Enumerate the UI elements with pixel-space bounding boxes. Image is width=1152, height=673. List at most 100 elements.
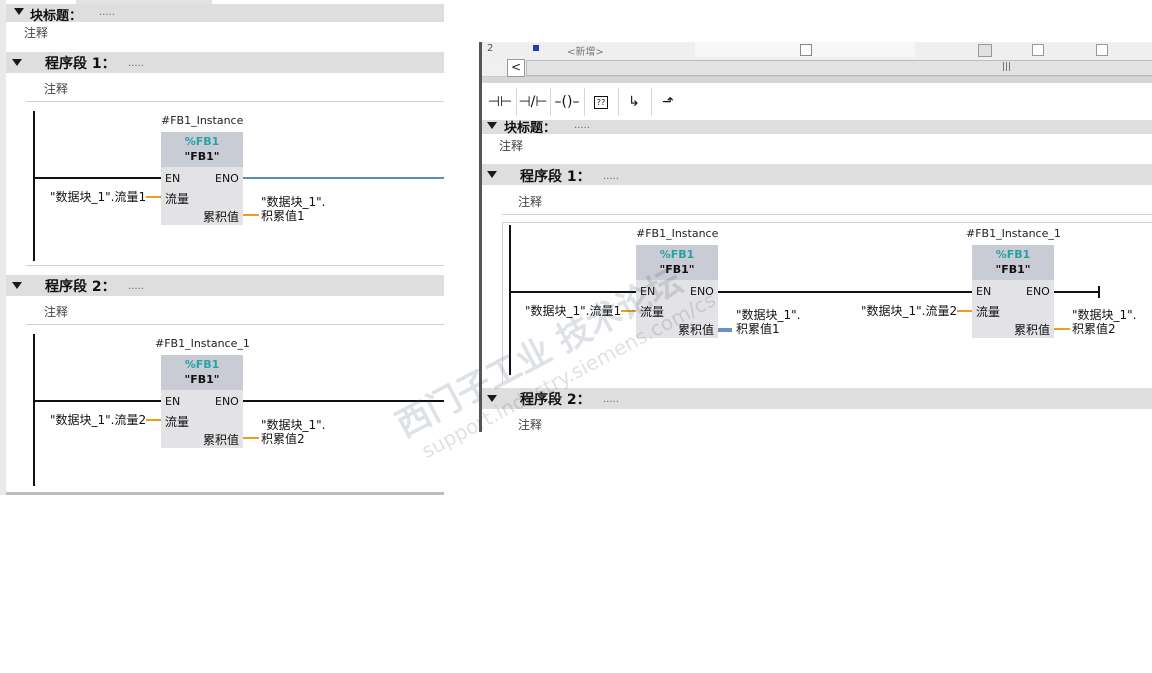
network-1-dots: .....: [128, 58, 144, 69]
left-bottom-scrollbar[interactable]: [6, 492, 444, 495]
fb-address: %FB1: [659, 248, 695, 261]
close-branch-icon[interactable]: ⬏: [653, 88, 683, 116]
block-title: 块标题：: [30, 9, 83, 24]
block-comment[interactable]: 注释: [499, 137, 523, 154]
checkbox[interactable]: [1032, 44, 1044, 56]
left-editor-panel: 块标题： ..... 注释 程序段 1： ..... 注释 #FB1_Insta…: [0, 0, 444, 495]
network-1-comment[interactable]: 注释: [44, 80, 68, 97]
collapse-caret-icon[interactable]: [487, 395, 497, 402]
input-operand[interactable]: "数据块_1".流量2: [861, 302, 957, 319]
fb1-block[interactable]: %FB1 "FB1" EN ENO 流量 累积值: [636, 245, 718, 338]
en-wire: [34, 177, 161, 179]
eno-to-en-wire: [718, 291, 972, 293]
eno-wire: [1054, 291, 1100, 293]
nc-contact-icon[interactable]: ⊣/⊢: [518, 88, 548, 116]
output-operand-line2[interactable]: 积累值1: [261, 207, 305, 224]
output-pin: 累积值: [203, 433, 240, 447]
checkbox[interactable]: [1096, 44, 1108, 56]
output-operand-line2[interactable]: 积累值2: [261, 430, 305, 447]
network-2-title: 程序段 2：: [520, 392, 591, 408]
toolbar-separator: [651, 88, 652, 116]
network-2-comment[interactable]: 注释: [44, 303, 68, 320]
network-1-title: 程序段 1：: [45, 56, 116, 72]
divider: [26, 101, 444, 102]
eno-wire: [243, 400, 444, 402]
output-operand-line2[interactable]: 积累值2: [1072, 320, 1116, 337]
collapse-caret-icon[interactable]: [14, 8, 24, 15]
network-1-title: 程序段 1：: [520, 169, 591, 185]
input-operand[interactable]: "数据块_1".流量1: [525, 302, 621, 319]
output-connector: [243, 214, 259, 216]
toolbar-separator: [516, 88, 517, 116]
network-1-comment[interactable]: 注释: [518, 193, 542, 210]
input-connector: [146, 419, 161, 421]
en-wire: [510, 291, 636, 293]
divider: [26, 324, 444, 325]
network-2-dots: .....: [603, 394, 619, 405]
lad-toolbar: [482, 84, 1152, 118]
fb-symbol: "FB1": [659, 263, 695, 276]
collapse-caret-icon[interactable]: [12, 282, 22, 289]
en-pin: EN: [976, 285, 992, 298]
network-2-title: 程序段 2：: [45, 279, 116, 295]
en-pin: EN: [640, 285, 656, 298]
power-rail: [509, 225, 511, 375]
open-branch-icon[interactable]: ↳: [619, 88, 649, 116]
new-row-placeholder[interactable]: <新增>: [567, 43, 604, 58]
network-2-comment[interactable]: 注释: [518, 416, 542, 432]
toolbar-separator: [584, 88, 585, 116]
output-connector: [243, 437, 259, 439]
fb-instance-name[interactable]: #FB1_Instance: [161, 114, 243, 127]
left-vertical-scroll-edge: [0, 0, 6, 495]
coil-icon[interactable]: –()–: [552, 88, 582, 116]
collapse-caret-icon[interactable]: [487, 122, 497, 129]
eno-pin: ENO: [1026, 285, 1050, 298]
input-connector: [957, 310, 972, 312]
data-type-picker-icon[interactable]: [800, 44, 812, 56]
dropdown-arrow-icon[interactable]: [978, 44, 992, 57]
fb-instance-name[interactable]: #FB1_Instance_1: [155, 337, 250, 350]
scrollbar-thumb[interactable]: [526, 60, 1152, 76]
row-index: 2: [487, 43, 494, 54]
block-title-dots: .....: [99, 7, 115, 18]
en-pin: EN: [165, 395, 181, 408]
fb1-block[interactable]: %FB1 "FB1" EN ENO 流量 累积值: [972, 245, 1054, 338]
block-comment[interactable]: 注释: [24, 24, 48, 41]
toolbar-separator: [550, 88, 551, 116]
input-operand[interactable]: "数据块_1".流量1: [50, 188, 146, 205]
collapse-caret-icon[interactable]: [12, 59, 22, 66]
power-rail: [33, 111, 35, 261]
toolbar-separator: [618, 88, 619, 116]
block-title-dots: .....: [574, 120, 590, 131]
input-connector: [146, 196, 161, 198]
eno-pin: ENO: [690, 285, 714, 298]
output-connector: [1054, 328, 1070, 330]
fb-symbol: "FB1": [995, 263, 1031, 276]
scroll-left-button[interactable]: <: [507, 59, 525, 77]
scrollbar-grip-icon: |||: [1002, 62, 1012, 72]
network-1-dots: .....: [603, 171, 619, 182]
output-operand-line2[interactable]: 积累值1: [736, 320, 780, 337]
eno-pin: ENO: [215, 172, 239, 185]
fb1-block[interactable]: %FB1 "FB1" EN ENO 流量 累积值: [161, 132, 243, 225]
input-pin: 流量: [976, 305, 1001, 319]
collapse-caret-icon[interactable]: [487, 171, 497, 178]
input-operand[interactable]: "数据块_1".流量2: [50, 411, 146, 428]
input-pin: 流量: [165, 192, 190, 206]
fb1-block[interactable]: %FB1 "FB1" EN ENO 流量 累积值: [161, 355, 243, 448]
right-editor-panel: 2 <新增> < ||| ⊣⊢ ⊣/⊢ –()– ?? ↳ ⬏ 块标题： ...…: [479, 42, 1152, 432]
output-pin: 累积值: [1014, 323, 1051, 337]
no-contact-icon[interactable]: ⊣⊢: [485, 88, 515, 116]
fb-instance-name[interactable]: #FB1_Instance: [636, 227, 718, 240]
eno-pin: ENO: [215, 395, 239, 408]
splitter-bar[interactable]: [482, 77, 1152, 83]
eno-wire: [243, 177, 444, 179]
output-pin: 累积值: [678, 323, 715, 337]
fb-instance-name[interactable]: #FB1_Instance_1: [966, 227, 1061, 240]
output-connector: [718, 328, 732, 332]
en-wire: [34, 400, 161, 402]
fb-address: %FB1: [995, 248, 1031, 261]
empty-box-icon[interactable]: ??: [586, 88, 616, 116]
network-2-dots: .....: [128, 281, 144, 292]
fb-address: %FB1: [184, 135, 220, 148]
